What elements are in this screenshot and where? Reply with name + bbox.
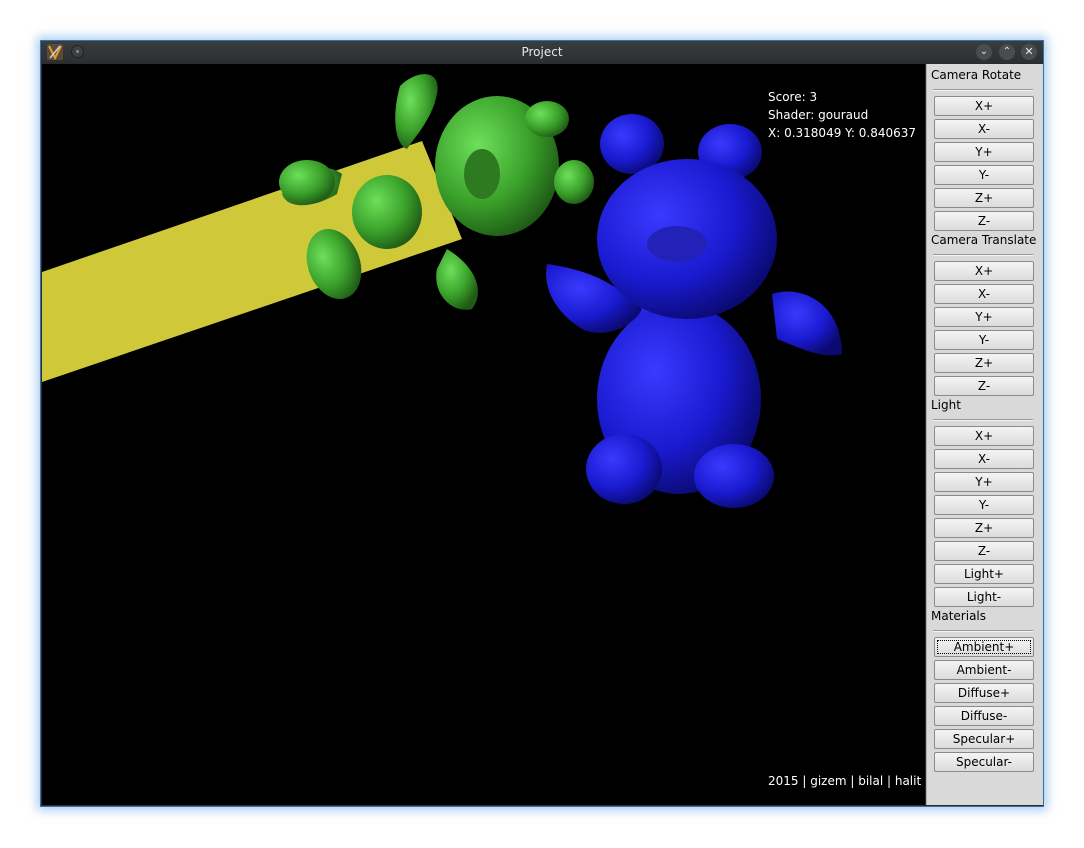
- shader-text: Shader: gouraud: [768, 108, 869, 122]
- coords-text: X: 0.318049 Y: 0.840637: [768, 126, 917, 140]
- light-z-plus-button[interactable]: Z+: [934, 518, 1034, 538]
- minimize-icon[interactable]: ⌄: [976, 44, 992, 60]
- light-minus-button[interactable]: Light-: [934, 587, 1034, 607]
- light-x-plus-button[interactable]: X+: [934, 426, 1034, 446]
- app-window: Project ⌄ ⌃ ✕ Score: 3 Shader: gouraud X…: [40, 40, 1044, 807]
- scene-canvas: [42, 74, 842, 508]
- light-x-minus-button[interactable]: X-: [934, 449, 1034, 469]
- credits-text: 2015 | gizem | bilal | halit: [768, 774, 922, 788]
- gl-viewport[interactable]: Score: 3 Shader: gouraud X: 0.318049 Y: …: [42, 64, 925, 805]
- camera-rotate-label: Camera Rotate: [931, 68, 1022, 82]
- diffuse-minus-button[interactable]: Diffuse-: [934, 706, 1034, 726]
- separator: [933, 419, 1033, 421]
- camera-translate-x-plus-button[interactable]: X+: [934, 261, 1034, 281]
- ambient-plus-button[interactable]: Ambient+: [934, 637, 1034, 657]
- separator: [933, 89, 1033, 91]
- close-icon[interactable]: ✕: [1021, 44, 1037, 60]
- camera-translate-y-minus-button[interactable]: Y-: [934, 330, 1034, 350]
- camera-translate-z-minus-button[interactable]: Z-: [934, 376, 1034, 396]
- separator: [933, 254, 1033, 256]
- camera-translate-x-minus-button[interactable]: X-: [934, 284, 1034, 304]
- control-panel: Camera Rotate X+ X- Y+ Y- Z+ Z- Camera T…: [926, 64, 1043, 805]
- hud-overlay: Score: 3 Shader: gouraud X: 0.318049 Y: …: [768, 88, 916, 142]
- specular-minus-button[interactable]: Specular-: [934, 752, 1034, 772]
- score-text: Score: 3: [768, 90, 818, 104]
- title-bar[interactable]: Project ⌄ ⌃ ✕: [41, 41, 1043, 63]
- light-z-minus-button[interactable]: Z-: [934, 541, 1034, 561]
- camera-rotate-y-plus-button[interactable]: Y+: [934, 142, 1034, 162]
- maximize-icon[interactable]: ⌃: [999, 44, 1015, 60]
- yellow-beam: [42, 141, 462, 382]
- diffuse-plus-button[interactable]: Diffuse+: [934, 683, 1034, 703]
- light-label: Light: [931, 398, 961, 412]
- light-plus-button[interactable]: Light+: [934, 564, 1034, 584]
- camera-rotate-y-minus-button[interactable]: Y-: [934, 165, 1034, 185]
- ambient-minus-button[interactable]: Ambient-: [934, 660, 1034, 680]
- materials-label: Materials: [931, 609, 987, 623]
- camera-translate-y-plus-button[interactable]: Y+: [934, 307, 1034, 327]
- camera-rotate-z-plus-button[interactable]: Z+: [934, 188, 1034, 208]
- window-title: Project: [521, 45, 563, 59]
- separator: [933, 630, 1033, 632]
- light-y-plus-button[interactable]: Y+: [934, 472, 1034, 492]
- camera-translate-z-plus-button[interactable]: Z+: [934, 353, 1034, 373]
- light-y-minus-button[interactable]: Y-: [934, 495, 1034, 515]
- camera-translate-label: Camera Translate: [931, 233, 1037, 247]
- camera-rotate-x-plus-button[interactable]: X+: [934, 96, 1034, 116]
- camera-rotate-x-minus-button[interactable]: X-: [934, 119, 1034, 139]
- specular-plus-button[interactable]: Specular+: [934, 729, 1034, 749]
- camera-rotate-z-minus-button[interactable]: Z-: [934, 211, 1034, 231]
